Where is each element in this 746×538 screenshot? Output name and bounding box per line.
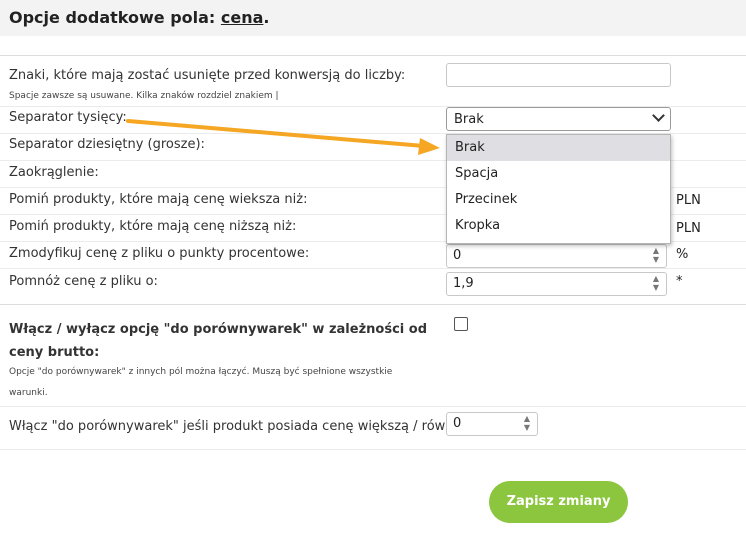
multiply-label: Pomnóż cenę z pliku o: (9, 274, 158, 289)
thousands-sep-label: Separator tysięcy: (9, 110, 127, 125)
rounding-label: Zaokrąglenie: (9, 165, 99, 180)
decimal-sep-label: Separator dziesiętny (grosze): (9, 137, 205, 152)
row-multiply: Pomnóż cenę z pliku o: 1,9 ▲ ▼ * (0, 268, 746, 298)
multiply-unit: * (676, 274, 683, 289)
option-kropka[interactable]: Kropka (447, 213, 670, 239)
divider (0, 304, 746, 305)
title-prefix: Opcje dodatkowe pola: (9, 8, 221, 27)
comparison-checkbox[interactable] (454, 317, 468, 331)
spinner-arrows-icon[interactable]: ▲ ▼ (650, 274, 662, 294)
row-modify-percent: Zmodyfikuj cenę z pliku o punkty procent… (0, 241, 746, 269)
comparison-title: Włącz / wyłącz opcję "do porównywarek" w… (9, 322, 427, 360)
title-suffix: . (263, 8, 270, 27)
remove-chars-label: Znaki, które mają zostać usunięte przed … (9, 68, 406, 83)
page-header: Opcje dodatkowe pola: cena. (0, 0, 746, 36)
comparison-price-value: 0 (453, 416, 462, 431)
field-name: cena (220, 8, 264, 27)
chevron-down-icon (652, 109, 665, 122)
remove-chars-input[interactable] (446, 63, 671, 87)
skip-lower-label: Pomiń produkty, które mają cenę niższą n… (9, 219, 297, 234)
modify-percent-value: 0 (453, 248, 462, 263)
skip-lower-unit: PLN (676, 221, 701, 236)
remove-chars-hint: Spacje zawsze są usuwane. Kilka znaków r… (9, 91, 279, 101)
save-button[interactable]: Zapisz zmiany (489, 481, 628, 523)
multiply-input[interactable]: 1,9 ▲ ▼ (446, 272, 667, 296)
multiply-value: 1,9 (453, 276, 474, 291)
thousands-sep-selected: Brak (454, 112, 484, 127)
comparison-price-input[interactable]: 0 ▲ ▼ (446, 412, 538, 436)
row-comparison-price: Włącz "do porównywarek" jeśli produkt po… (0, 406, 746, 450)
thousands-sep-select[interactable]: Brak (446, 107, 671, 131)
modify-percent-label: Zmodyfikuj cenę z pliku o punkty procent… (9, 246, 310, 261)
page-title: Opcje dodatkowe pola: cena. (9, 8, 270, 27)
spinner-arrows-icon[interactable]: ▲ ▼ (650, 246, 662, 266)
skip-greater-unit: PLN (676, 193, 701, 208)
comparison-price-label: Włącz "do porównywarek" jeśli produkt po… (9, 419, 466, 434)
option-brak[interactable]: Brak (447, 135, 670, 161)
skip-greater-label: Pomiń produkty, które mają cenę wieksza … (9, 192, 308, 207)
option-przecinek[interactable]: Przecinek (447, 187, 670, 213)
modify-percent-unit: % (676, 247, 689, 262)
row-remove-chars: Znaki, które mają zostać usunięte przed … (0, 56, 746, 107)
comparison-hint: Opcje "do porównywarek" z innych pól moż… (9, 367, 393, 398)
option-spacja[interactable]: Spacja (447, 161, 670, 187)
spinner-arrows-icon[interactable]: ▲ ▼ (521, 414, 533, 434)
thousands-sep-dropdown: Brak Spacja Przecinek Kropka (446, 134, 671, 244)
modify-percent-input[interactable]: 0 ▲ ▼ (446, 244, 667, 268)
